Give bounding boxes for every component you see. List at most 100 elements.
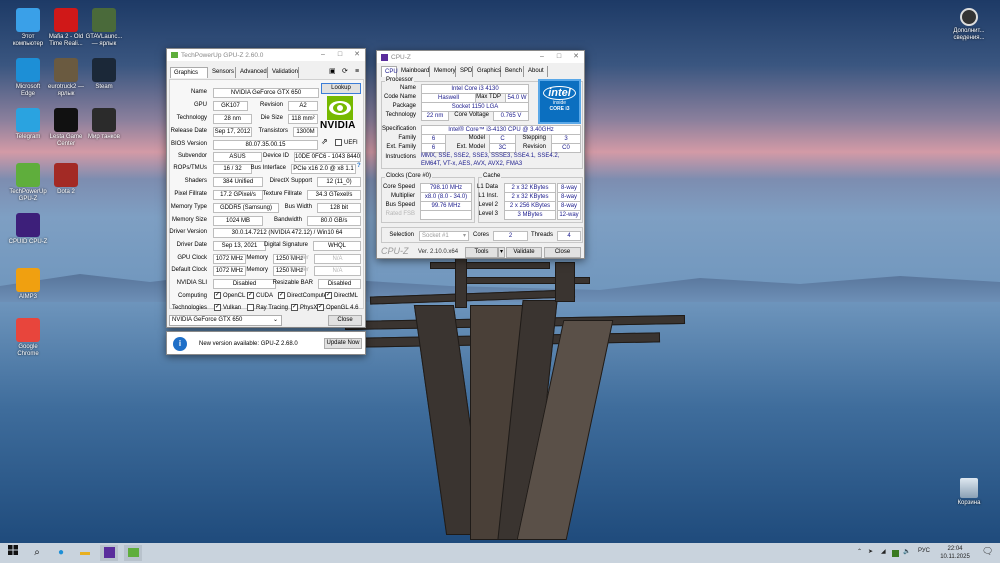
computing-directcompute[interactable]: ✓ DirectCompute [278,292,327,301]
desktop-icon-edge[interactable]: Microsoft Edge [8,58,48,98]
tab-sensors[interactable]: Sensors [209,67,236,78]
telegram-icon [16,108,40,132]
search-button[interactable]: ⌕ [28,545,46,561]
validate-button[interactable]: Validate [506,247,542,258]
maximize-button[interactable]: □ [332,49,348,61]
computing-opencl[interactable]: ✓ OpenCL [214,292,245,301]
field-digital_sig: WHQL [313,241,361,251]
technology-physx[interactable]: ✓ PhysX [291,304,317,313]
minimize-button[interactable]: – [534,51,550,63]
socket-select-dropdown[interactable]: Socket #1 ▾ [419,231,469,241]
menu-icon[interactable]: ≡ [355,67,359,76]
language-indicator[interactable]: РУС [918,548,930,554]
tab-spd[interactable]: SPD [457,66,473,77]
desktop-icon-label: Telegram [15,134,41,140]
technology-ray-tracing[interactable]: Ray Tracing [247,304,288,313]
uefi-checkbox[interactable]: UEFI [335,139,358,148]
label-memory: Memory [246,255,268,261]
close-window-button[interactable]: ✕ [349,49,365,61]
edge-taskbar-icon[interactable]: ● [52,545,70,561]
checkbox-checked[interactable]: ✓ [291,304,298,311]
start-button[interactable] [4,545,22,561]
label-bandwidth: Bandwidth [273,217,302,223]
telegram-tray-icon[interactable]: ➤ [868,548,873,555]
notifications-icon[interactable]: 🗨 [982,546,993,557]
checkbox[interactable] [335,139,342,146]
gpuz-tray-icon[interactable] [892,550,899,557]
tools-dropdown-arrow[interactable]: ▾ [498,247,505,258]
update-notice-text: New version available: GPU-Z 2.68.0 [199,341,298,347]
desktop-icon-eurotruck[interactable]: eurotruck2 — ярлык [46,58,86,98]
update-now-button[interactable]: Update Now [324,338,362,349]
checkbox-checked[interactable]: ✓ [278,292,285,299]
desktop-icon-telegram[interactable]: Telegram [8,108,48,141]
network-icon[interactable]: ◢ [881,548,886,555]
label-core_voltage: Core Voltage [454,112,489,118]
checkbox-checked[interactable]: ✓ [214,292,221,299]
computing-directml[interactable]: ✓ DirectML [325,292,358,301]
screenshot-icon[interactable]: ▣ [329,67,336,76]
label-bus_interface: Bus Interface [250,165,286,171]
tab-graphics[interactable]: Graphics [474,66,501,77]
tools-button[interactable]: Tools [465,247,498,258]
gpuz-taskbar-icon[interactable] [124,545,142,561]
desktop-icon-aimp[interactable]: AIMP3 [8,268,48,301]
share-icon[interactable]: ⇗ [321,137,328,146]
checkbox-checked[interactable]: ✓ [325,292,332,299]
help-icon[interactable]: ? [357,162,361,171]
desktop-icon-mafia[interactable]: Mafia 2 - Old Time Reali... [46,8,86,48]
field-mem_size: 1024 MB [213,216,263,226]
computing-cuda[interactable]: ✓ CUDA [247,292,273,301]
desktop-icon-chrome[interactable]: Google Chrome [8,318,48,358]
cpuz-titlebar[interactable]: CPU-Z – □ ✕ [377,51,584,63]
checkbox-checked[interactable]: ✓ [214,304,221,311]
gpuz-titlebar[interactable]: TechPowerUp GPU-Z 2.60.0 – □ ✕ [167,49,365,61]
desktop-icon-steam[interactable]: Steam [84,58,124,91]
dota-icon [54,163,78,187]
desktop-icon-cpuz[interactable]: CPUID CPU-Z [8,213,48,246]
desktop-icon-gpuz[interactable]: TechPowerUp GPU-Z [8,163,48,203]
field-pixel: 17.2 GPixel/s [213,190,263,200]
refresh-icon[interactable]: ⟳ [342,67,348,76]
checkbox-checked[interactable]: ✓ [317,304,324,311]
desktop-icon-recycle-bin[interactable]: Корзина [949,478,989,507]
technology-vulkan[interactable]: ✓ Vulkan [214,304,241,313]
tab-memory[interactable]: Memory [431,66,456,77]
tab-about[interactable]: About [525,66,548,77]
desktop-icon-info[interactable]: Дополнит... сведения... [949,8,989,42]
card-select-dropdown[interactable]: NVIDIA GeForce GTX 650 ⌄ [169,315,282,326]
label-core_speed: Core Speed [382,184,415,190]
close-window-button[interactable]: ✕ [568,51,584,63]
desktop-icon-computer[interactable]: Этот компьютер [8,8,48,48]
clock[interactable]: 22:04 10.11.2025 [938,545,972,561]
tab-advanced[interactable]: Advanced [237,67,268,78]
tray-overflow-icon[interactable]: ⌃ [857,548,862,555]
minimize-button[interactable]: – [315,49,331,61]
tab-graphics-card[interactable]: Graphics Card [170,67,208,87]
label-l3: Level 3 [478,211,498,217]
desktop-icon-lesta[interactable]: Lesta Game Center [46,108,86,148]
tab-validation[interactable]: Validation [269,67,299,78]
field-driver_date: Sep 13, 2021 [213,241,266,251]
volume-icon[interactable]: 🔈 [903,548,910,555]
desktop-icon-tanks[interactable]: Мир танков [84,108,124,141]
checkbox-checked[interactable]: ✓ [247,292,254,299]
field-revision: A2 [288,101,318,111]
tab-cpu[interactable]: CPU [381,66,398,77]
close-button[interactable]: Close [328,315,362,326]
cpuz-taskbar-icon[interactable] [100,545,118,561]
checkbox[interactable] [247,304,254,311]
field-texture: 34.3 GTexel/s [307,190,361,200]
desktop-icon-dota[interactable]: Dota 2 [46,163,86,196]
window-title: CPU-Z [391,53,411,61]
technology-opengl-4-6[interactable]: ✓ OpenGL 4.6 [317,304,358,313]
tab-bench[interactable]: Bench [502,66,524,77]
version-text: Ver. 2.10.0.x64 [418,249,459,255]
file-explorer-icon[interactable]: ▬ [76,545,94,561]
maximize-button[interactable]: □ [551,51,567,63]
desktop-icon-gta[interactable]: GTAVLaunc... — ярлык [84,8,124,48]
tab-mainboard[interactable]: Mainboard [398,66,430,77]
field-bus_width: 128 bit [317,203,361,213]
close-button[interactable]: Close [544,247,581,258]
lookup-button[interactable]: Lookup [321,83,361,94]
